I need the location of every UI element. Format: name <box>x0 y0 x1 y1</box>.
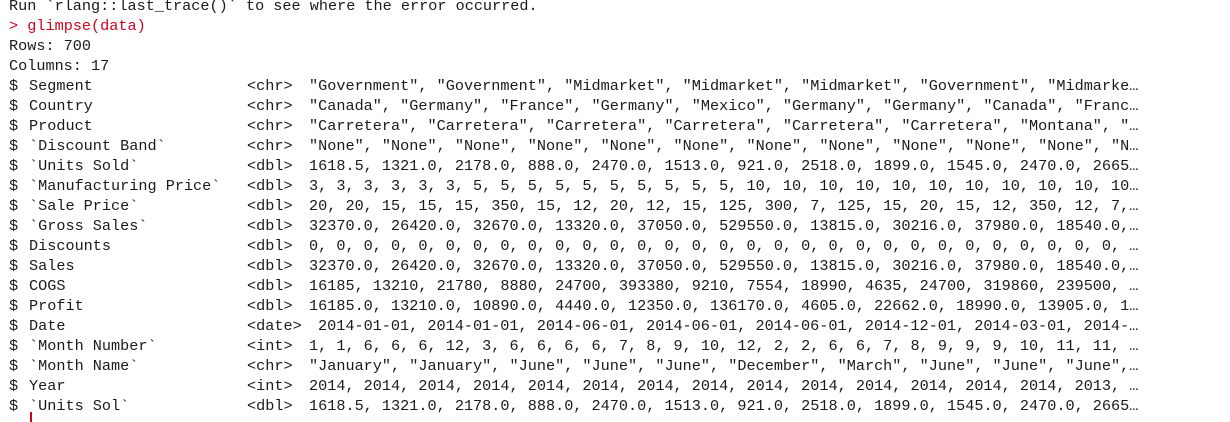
text-cursor <box>30 412 32 422</box>
field-name: `Units Sol` <box>29 397 130 415</box>
glimpse-field-row: $ `Gross Sales` <dbl> 32370.0, 26420.0, 326… <box>9 216 1230 236</box>
glimpse-field-row: $ Product <chr> "Carretera", "Carretera", "… <box>9 116 1230 136</box>
glimpse-field-row: $ `Discount Band` <chr> "None", "None", "No… <box>9 136 1230 156</box>
field-prefix: $ <box>9 137 19 155</box>
glimpse-field-row: $ `Sale Price` <dbl> 20, 20, 15, 15, 15, 35… <box>9 196 1230 216</box>
field-name: Segment <box>29 77 93 95</box>
field-type: <dbl> <box>247 397 293 415</box>
field-name: `Gross Sales` <box>29 217 148 235</box>
field-type: <dbl> <box>247 277 293 295</box>
glimpse-field-row: $ Country <chr> "Canada", "Germany", "Franc… <box>9 96 1230 116</box>
field-values: 32370.0, 26420.0, 32670.0, 13320.0, 3705… <box>309 217 1139 235</box>
glimpse-field-row: $ `Month Name` <chr> "January", "January", … <box>9 356 1230 376</box>
field-values: 3, 3, 3, 3, 3, 3, 5, 5, 5, 5, 5, 5, 5, 5… <box>309 177 1139 195</box>
glimpse-field-list: $ Segment <chr> "Government", "Government",… <box>9 76 1230 416</box>
field-values: "None", "None", "None", "None", "None", … <box>309 137 1139 155</box>
field-prefix: $ <box>9 397 19 415</box>
field-prefix: $ <box>9 117 19 135</box>
glimpse-field-row: $ Date <date> 2014-01-01, 2014-01-01, 2014-… <box>9 316 1230 336</box>
field-name: `Month Number` <box>29 337 157 355</box>
field-type: <chr> <box>247 357 293 375</box>
field-name: Product <box>29 117 93 135</box>
field-name: Date <box>29 317 66 335</box>
glimpse-field-row: $ `Manufacturing Price` <dbl> 3, 3, 3, 3, 3… <box>9 176 1230 196</box>
field-prefix: $ <box>9 177 19 195</box>
field-type: <dbl> <box>247 177 293 195</box>
field-prefix: $ <box>9 377 19 395</box>
field-values: 1618.5, 1321.0, 2178.0, 888.0, 2470.0, 1… <box>309 157 1139 175</box>
field-prefix: $ <box>9 77 19 95</box>
r-console-output[interactable]: Run `rlang::last_trace()` to see where t… <box>9 0 1230 416</box>
field-prefix: $ <box>9 357 19 375</box>
field-values: 2014-01-01, 2014-01-01, 2014-06-01, 2014… <box>318 317 1139 335</box>
previous-error-message: Run `rlang::last_trace()` to see where t… <box>9 0 538 15</box>
field-name: `Manufacturing Price` <box>29 177 221 195</box>
field-name: Profit <box>29 297 84 315</box>
field-prefix: $ <box>9 337 19 355</box>
field-name: Year <box>29 377 66 395</box>
field-values: 1618.5, 1321.0, 2178.0, 888.0, 2470.0, 1… <box>309 397 1139 415</box>
field-name: Country <box>29 97 93 115</box>
command-line: > glimpse(data) <box>9 16 1230 36</box>
field-name: `Sale Price` <box>29 197 139 215</box>
field-type: <dbl> <box>247 217 293 235</box>
field-type: <dbl> <box>247 237 293 255</box>
rows-count: Rows: 700 <box>9 37 92 55</box>
field-prefix: $ <box>9 197 19 215</box>
field-prefix: $ <box>9 97 19 115</box>
field-values: "Carretera", "Carretera", "Carretera", "… <box>309 117 1139 135</box>
field-values: 16185, 13210, 21780, 8880, 24700, 393380… <box>309 277 1139 295</box>
glimpse-field-row: $ Year <int> 2014, 2014, 2014, 2014, 2014, … <box>9 376 1230 396</box>
field-type: <chr> <box>247 77 293 95</box>
field-prefix: $ <box>9 317 19 335</box>
field-prefix: $ <box>9 237 19 255</box>
field-type: <int> <box>247 377 293 395</box>
command-text: glimpse(data) <box>27 17 146 35</box>
field-values: 1, 1, 6, 6, 6, 12, 3, 6, 6, 6, 6, 7, 8, … <box>309 337 1139 355</box>
field-type: <dbl> <box>247 257 293 275</box>
glimpse-field-row: $ Sales <dbl> 32370.0, 26420.0, 32670.0, 13… <box>9 256 1230 276</box>
field-type: <int> <box>247 337 293 355</box>
field-type: <chr> <box>247 137 293 155</box>
prompt-symbol: > <box>9 17 19 35</box>
field-type: <dbl> <box>247 157 293 175</box>
field-values: 2014, 2014, 2014, 2014, 2014, 2014, 2014… <box>309 377 1139 395</box>
field-name: `Month Name` <box>29 357 139 375</box>
field-type: <chr> <box>247 97 293 115</box>
field-prefix: $ <box>9 157 19 175</box>
field-name: Sales <box>29 257 75 275</box>
glimpse-field-row: $ COGS <dbl> 16185, 13210, 21780, 8880, 247… <box>9 276 1230 296</box>
field-name: `Units Sold` <box>29 157 139 175</box>
field-type: <chr> <box>247 117 293 135</box>
field-type: <date> <box>247 317 302 335</box>
glimpse-field-row: $ `Units Sold` <dbl> 1618.5, 1321.0, 2178.0… <box>9 156 1230 176</box>
field-values: 32370.0, 26420.0, 32670.0, 13320.0, 3705… <box>309 257 1139 275</box>
glimpse-field-row: $ `Units Sol` <dbl> 1618.5, 1321.0, 2178.0,… <box>9 396 1230 416</box>
field-values: "January", "January", "June", "June", "J… <box>309 357 1139 375</box>
glimpse-field-row: $ `Month Number` <int> 1, 1, 6, 6, 6, 12, 3… <box>9 336 1230 356</box>
field-values: 20, 20, 15, 15, 15, 350, 15, 12, 20, 12,… <box>309 197 1139 215</box>
field-type: <dbl> <box>247 197 293 215</box>
field-prefix: $ <box>9 297 19 315</box>
field-prefix: $ <box>9 257 19 275</box>
glimpse-field-row: $ Profit <dbl> 16185.0, 13210.0, 10890.0, 4… <box>9 296 1230 316</box>
field-name: `Discount Band` <box>29 137 166 155</box>
glimpse-field-row: $ Segment <chr> "Government", "Government",… <box>9 76 1230 96</box>
field-name: COGS <box>29 277 66 295</box>
field-name: Discounts <box>29 237 112 255</box>
field-type: <dbl> <box>247 297 293 315</box>
field-prefix: $ <box>9 217 19 235</box>
columns-count: Columns: 17 <box>9 57 110 75</box>
field-prefix: $ <box>9 277 19 295</box>
field-values: 16185.0, 13210.0, 10890.0, 4440.0, 12350… <box>309 297 1139 315</box>
glimpse-field-row: $ Discounts <dbl> 0, 0, 0, 0, 0, 0, 0, 0, 0… <box>9 236 1230 256</box>
field-values: "Canada", "Germany", "France", "Germany"… <box>309 97 1139 115</box>
field-values: 0, 0, 0, 0, 0, 0, 0, 0, 0, 0, 0, 0, 0, 0… <box>309 237 1139 255</box>
field-values: "Government", "Government", "Midmarket",… <box>309 77 1139 95</box>
